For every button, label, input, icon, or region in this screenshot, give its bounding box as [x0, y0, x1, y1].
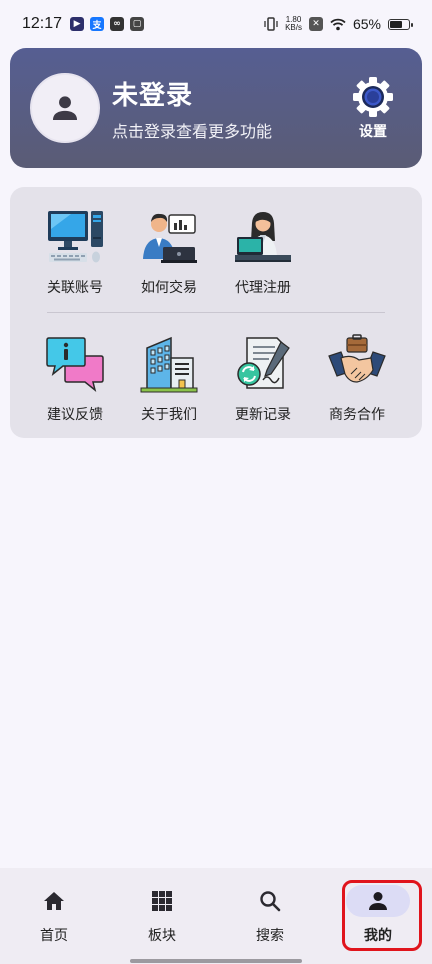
- grid-item-how-to-trade[interactable]: 如何交易: [124, 187, 214, 297]
- grid-item-label: 更新记录: [235, 407, 291, 423]
- play-app-icon: ▶: [70, 17, 85, 31]
- profile-card[interactable]: 未登录 点击登录查看更多功能 设置: [10, 48, 422, 168]
- grid-item-about-us[interactable]: 关于我们: [124, 314, 214, 424]
- grid-icon: [152, 891, 172, 911]
- nav-label: 板块: [148, 928, 176, 944]
- link-app-icon: ∞: [110, 17, 125, 31]
- gear-icon: [353, 76, 393, 117]
- profile-text[interactable]: 未登录 点击登录查看更多功能: [112, 75, 352, 142]
- handshake-icon: [328, 334, 386, 383]
- search-icon: [260, 891, 281, 912]
- trader-icon: [143, 213, 197, 263]
- computer-icon: [48, 211, 103, 263]
- vibrate-icon: [264, 17, 278, 31]
- nav-icon-wrap: [22, 885, 86, 917]
- battery-percent: 65%: [352, 16, 381, 32]
- settings-label[interactable]: 设置: [359, 121, 387, 141]
- nav-label: 首页: [40, 928, 68, 944]
- login-prompt-text[interactable]: 点击登录查看更多功能: [112, 118, 352, 142]
- home-icon: [44, 892, 64, 910]
- nav-icon-wrap: [238, 885, 302, 917]
- status-time: 12:17: [22, 15, 63, 32]
- no-sim-icon: ✕: [308, 17, 323, 31]
- grid-item-label: 关于我们: [141, 407, 197, 423]
- battery-fill: [390, 20, 402, 28]
- update-record-icon: [237, 337, 290, 389]
- grid-item-label: 关联账号: [47, 280, 103, 296]
- gesture-bar[interactable]: [130, 959, 302, 963]
- person-avatar-icon: [52, 96, 78, 121]
- battery-icon: [388, 18, 413, 30]
- alipay-icon: 支: [90, 17, 105, 31]
- grid-item-label: 如何交易: [141, 280, 197, 296]
- grid-item-label: 代理注册: [235, 280, 291, 296]
- feedback-icon: [46, 337, 104, 392]
- net-speed: 1.80 KB/s: [285, 16, 302, 32]
- grid-item-link-account[interactable]: 关联账号: [30, 187, 120, 297]
- grid-item-label: 商务合作: [329, 407, 385, 423]
- feature-row-2: 建议反馈 关于我们 更新记录 商务合作: [10, 314, 422, 434]
- login-status-title[interactable]: 未登录: [112, 75, 352, 112]
- agent-icon: [235, 212, 291, 262]
- nav-icon-wrap: [130, 885, 194, 917]
- nav-item-search[interactable]: 搜索: [216, 868, 324, 964]
- feature-grid-card: 关联账号 如何交易 代理注册 建议反馈 关于我们 更新记录 商务合作: [10, 187, 422, 438]
- status-right: 1.80 KB/s ✕ 65%: [264, 16, 413, 32]
- grid-divider: [47, 312, 385, 313]
- grid-item-feedback[interactable]: 建议反馈: [30, 314, 120, 424]
- nav-item-sectors[interactable]: 板块: [108, 868, 216, 964]
- wifi-icon: [330, 18, 346, 30]
- nav-label: 搜索: [256, 928, 284, 944]
- message-app-icon: ▢: [130, 17, 145, 31]
- grid-item-update-record[interactable]: 更新记录: [218, 314, 308, 424]
- settings-button[interactable]: 设置: [352, 76, 394, 141]
- feature-row-1: 关联账号 如何交易 代理注册: [10, 187, 422, 307]
- net-speed-unit: KB/s: [285, 23, 302, 32]
- status-bar: 12:17 ▶ 支 ∞ ▢ 1.80 KB/s ✕ 65%: [0, 0, 432, 48]
- highlight-box: [342, 880, 422, 951]
- grid-item-label: 建议反馈: [47, 407, 103, 423]
- grid-item-agent-register[interactable]: 代理注册: [218, 187, 308, 297]
- status-left: 12:17 ▶ 支 ∞ ▢: [22, 15, 145, 33]
- grid-item-business-coop[interactable]: 商务合作: [312, 314, 402, 424]
- avatar[interactable]: [30, 73, 100, 143]
- nav-item-home[interactable]: 首页: [0, 868, 108, 964]
- building-icon: [140, 336, 198, 393]
